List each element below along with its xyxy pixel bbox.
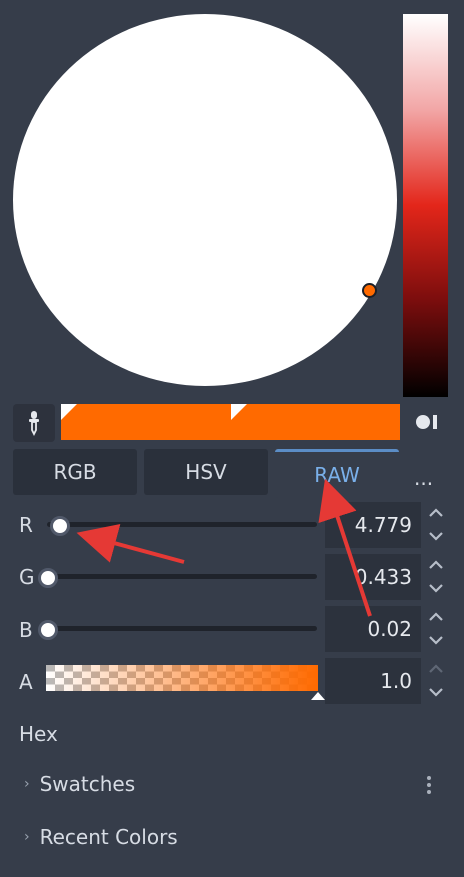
tab-rgb[interactable]: RGB	[13, 449, 137, 495]
wheel-cursor[interactable]	[362, 283, 377, 298]
channel-label-b: B	[19, 618, 33, 642]
channel-label-g: G	[19, 565, 35, 589]
slider-track-b[interactable]	[47, 626, 317, 631]
slider-knob-r[interactable]	[50, 516, 70, 536]
kebab-menu-icon[interactable]	[426, 775, 432, 795]
chevron-right-icon: ›	[24, 829, 30, 845]
alpha-slider-handle[interactable]	[311, 692, 325, 700]
value-field-a[interactable]: 1.0	[325, 658, 421, 704]
tab-hsv[interactable]: HSV	[144, 449, 268, 495]
slider-knob-b[interactable]	[38, 620, 58, 640]
new-color-marker	[231, 404, 247, 420]
old-color-marker	[61, 404, 77, 420]
recent-colors-label: Recent Colors	[39, 825, 178, 849]
slider-track-r[interactable]	[47, 522, 317, 527]
eyedropper-button[interactable]	[13, 404, 55, 442]
eyedropper-icon	[29, 411, 39, 436]
hex-label[interactable]: Hex	[19, 722, 58, 746]
color-preview	[61, 404, 400, 440]
value-slider-bar[interactable]	[403, 14, 448, 397]
tab-raw[interactable]: RAW	[275, 449, 399, 498]
slider-track-g[interactable]	[47, 574, 317, 579]
swatches-section-toggle[interactable]: › Swatches	[24, 772, 135, 796]
spin-arrows-a[interactable]	[427, 661, 445, 701]
spin-up-down-icon	[429, 612, 443, 645]
spin-up-down-icon	[429, 560, 443, 593]
channel-label-r: R	[19, 513, 33, 537]
more-options-button[interactable]: ...	[414, 466, 433, 490]
spin-arrows-b[interactable]	[427, 609, 445, 649]
channel-label-a: A	[19, 670, 33, 694]
spin-up-down-icon	[429, 508, 443, 541]
color-wheel[interactable]	[13, 14, 397, 386]
value-field-r[interactable]: 4.779	[325, 502, 421, 548]
picker-shape-icon[interactable]	[416, 414, 440, 430]
spin-arrows-r[interactable]	[427, 505, 445, 545]
spin-arrows-g[interactable]	[427, 557, 445, 597]
spin-up-down-icon	[429, 664, 443, 697]
chevron-right-icon: ›	[24, 776, 30, 792]
alpha-slider[interactable]	[46, 665, 318, 691]
annotation-arrow-to-r-slider	[76, 523, 185, 564]
value-field-g[interactable]: 0.433	[325, 554, 421, 600]
recent-colors-section-toggle[interactable]: › Recent Colors	[24, 825, 178, 849]
slider-knob-g[interactable]	[38, 568, 58, 588]
swatches-label: Swatches	[39, 772, 136, 796]
value-field-b[interactable]: 0.02	[325, 606, 421, 652]
